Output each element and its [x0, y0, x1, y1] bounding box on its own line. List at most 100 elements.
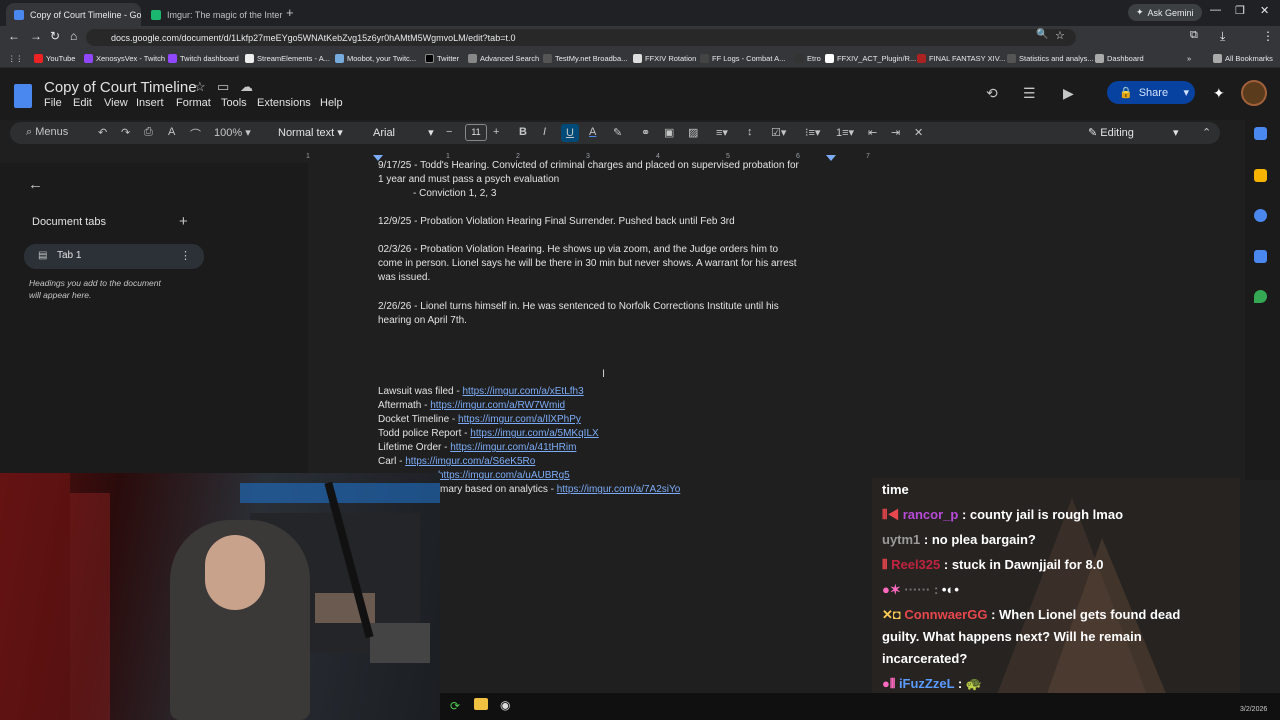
menu-view[interactable]: View: [104, 97, 128, 109]
obs-icon[interactable]: ◉: [500, 698, 510, 712]
download-icon[interactable]: ⤓: [1220, 29, 1225, 44]
maximize-icon[interactable]: ❐: [1235, 4, 1245, 17]
tab-options-icon[interactable]: ⋮: [180, 249, 191, 262]
more-bookmarks-icon[interactable]: »: [1187, 51, 1191, 65]
imgur-link[interactable]: https://imgur.com/a/xEtLfh3: [462, 386, 583, 397]
decrease-font-icon[interactable]: −: [446, 126, 452, 138]
undo-icon[interactable]: ↶: [98, 126, 107, 139]
browser-menu-icon[interactable]: ⋮: [1262, 29, 1274, 43]
font-select[interactable]: Arial ▾: [373, 126, 434, 139]
bookmark-xenosysvex[interactable]: XenosysVex - Twitch: [84, 51, 165, 65]
imgur-link[interactable]: https://imgur.com/a/IlXPhPy: [458, 414, 581, 425]
home-icon[interactable]: ⌂: [70, 29, 77, 43]
italic-icon[interactable]: I: [543, 126, 546, 138]
ask-gemini-button[interactable]: ✦ Ask Gemini: [1128, 4, 1202, 21]
checklist-icon[interactable]: ☑▾: [771, 126, 786, 139]
increase-indent-icon[interactable]: ⇥: [891, 126, 900, 139]
bookmark-final-fantasy[interactable]: FINAL FANTASY XIV...: [917, 51, 1005, 65]
text-color-icon[interactable]: A: [589, 126, 596, 138]
bookmark-youtube[interactable]: YouTube: [34, 51, 75, 65]
bookmark-twitch-dashboard[interactable]: Twitch dashboard: [168, 51, 239, 65]
bookmark-star-icon[interactable]: ☆: [1055, 29, 1065, 42]
star-icon[interactable]: ☆: [194, 79, 206, 95]
spellcheck-icon[interactable]: A: [168, 126, 175, 138]
imgur-link[interactable]: https://imgur.com/a/41tHRim: [450, 442, 576, 453]
highlight-icon[interactable]: ✎: [613, 126, 622, 139]
imgur-link[interactable]: https://imgur.com/a/RW7Wmid: [430, 400, 565, 411]
forward-icon[interactable]: →: [30, 29, 42, 43]
right-indent-marker-icon[interactable]: [826, 155, 836, 161]
new-tab-icon[interactable]: +: [286, 5, 294, 20]
font-size-input[interactable]: 11: [465, 124, 487, 141]
redo-icon[interactable]: ↷: [121, 126, 130, 139]
reload-icon[interactable]: ↻: [50, 29, 60, 43]
clear-formatting-icon[interactable]: ✕: [914, 126, 923, 139]
extensions-icon[interactable]: ⧉: [1190, 29, 1198, 42]
add-tab-icon[interactable]: +: [179, 213, 188, 230]
bookmark-testmy[interactable]: TestMy.net Broadba...: [543, 51, 627, 65]
underline-icon[interactable]: U: [561, 124, 579, 142]
back-arrow-icon[interactable]: ←: [28, 176, 43, 193]
style-select[interactable]: Normal text ▾: [278, 126, 343, 139]
line-spacing-icon[interactable]: ↕: [747, 126, 753, 138]
paint-format-icon[interactable]: ⌒: [190, 126, 201, 142]
collapse-toolbar-icon[interactable]: ⌃: [1202, 126, 1211, 139]
numbered-list-icon[interactable]: 1≡▾: [836, 126, 854, 139]
menu-file[interactable]: File: [44, 97, 62, 109]
print-icon[interactable]: ⎙: [144, 126, 153, 139]
share-button[interactable]: 🔒 Share ▾: [1107, 81, 1195, 104]
tasks-icon[interactable]: [1254, 209, 1267, 222]
zoom-select[interactable]: 100% ▾: [214, 126, 251, 139]
menu-edit[interactable]: Edit: [73, 97, 92, 109]
avatar[interactable]: [1241, 80, 1267, 106]
bookmark-advanced-search[interactable]: Advanced Search: [468, 51, 539, 65]
decrease-indent-icon[interactable]: ⇤: [868, 126, 877, 139]
bold-icon[interactable]: B: [519, 126, 527, 138]
gemini-spark-icon[interactable]: ✦: [1213, 85, 1225, 102]
apps-grid-icon[interactable]: ⋮⋮: [8, 51, 23, 65]
zoom-icon[interactable]: 🔍: [1036, 29, 1048, 40]
bookmark-moobot[interactable]: Moobot, your Twitc...: [335, 51, 416, 65]
move-folder-icon[interactable]: ▭: [217, 79, 229, 95]
bookmark-etro[interactable]: Etro: [795, 51, 821, 65]
bookmark-streamelements[interactable]: StreamElements - A...: [245, 51, 330, 65]
imgur-link[interactable]: https://imgur.com/a/S6eK5Ro: [405, 456, 535, 467]
back-icon[interactable]: ←: [8, 29, 20, 43]
comments-icon[interactable]: ☰: [1023, 85, 1036, 102]
menu-insert[interactable]: Insert: [136, 97, 164, 109]
document-title[interactable]: Copy of Court Timeline: [44, 79, 197, 96]
menu-help[interactable]: Help: [320, 97, 343, 109]
minimize-icon[interactable]: —: [1210, 4, 1221, 16]
browser-tab-imgur[interactable]: Imgur: The magic of the Intern ✕: [143, 3, 283, 26]
imgur-link[interactable]: https://imgur.com/a/7A2siYo: [557, 484, 681, 495]
docs-logo-icon[interactable]: [14, 84, 32, 108]
bookmark-ffxiv-act[interactable]: FFXIV_ACT_Plugin/R...: [825, 51, 916, 65]
imgur-link[interactable]: https://imgur.com/a/uAUBRg5: [438, 470, 570, 481]
app-icon[interactable]: ⟳: [450, 699, 460, 713]
bookmark-statistics[interactable]: Statistics and analys...: [1007, 51, 1094, 65]
document-tab-1[interactable]: [24, 244, 204, 269]
file-explorer-icon[interactable]: [474, 698, 488, 710]
maps-icon[interactable]: [1254, 290, 1267, 303]
add-comment-icon[interactable]: ▣: [664, 126, 674, 139]
contacts-icon[interactable]: [1254, 250, 1267, 263]
menu-extensions[interactable]: Extensions: [257, 97, 311, 109]
version-history-icon[interactable]: ⟲: [986, 85, 998, 102]
imgur-link[interactable]: https://imgur.com/a/5MKqILX: [470, 428, 598, 439]
chevron-down-icon[interactable]: ▾: [1183, 86, 1189, 99]
bookmark-fflogs[interactable]: FF Logs - Combat A...: [700, 51, 785, 65]
browser-tab-docs[interactable]: Copy of Court Timeline - Goog ✕: [6, 3, 141, 26]
calendar-icon[interactable]: [1254, 127, 1267, 140]
menu-tools[interactable]: Tools: [221, 97, 247, 109]
window-close-icon[interactable]: ✕: [1260, 4, 1269, 17]
menu-format[interactable]: Format: [176, 97, 211, 109]
link-icon[interactable]: ⚭: [641, 126, 650, 139]
search-menus[interactable]: ⌕ Menus: [26, 126, 68, 139]
address-bar[interactable]: docs.google.com/document/d/1Lkfp27meEYgo…: [86, 29, 1076, 46]
editing-mode-select[interactable]: ✎ Editing ▾: [1088, 126, 1179, 139]
bookmark-twitter[interactable]: Twitter: [425, 51, 459, 65]
increase-font-icon[interactable]: +: [493, 126, 499, 138]
align-icon[interactable]: ≡▾: [716, 126, 728, 139]
all-bookmarks[interactable]: All Bookmarks: [1213, 51, 1273, 65]
bookmark-dashboard[interactable]: Dashboard: [1095, 51, 1144, 65]
